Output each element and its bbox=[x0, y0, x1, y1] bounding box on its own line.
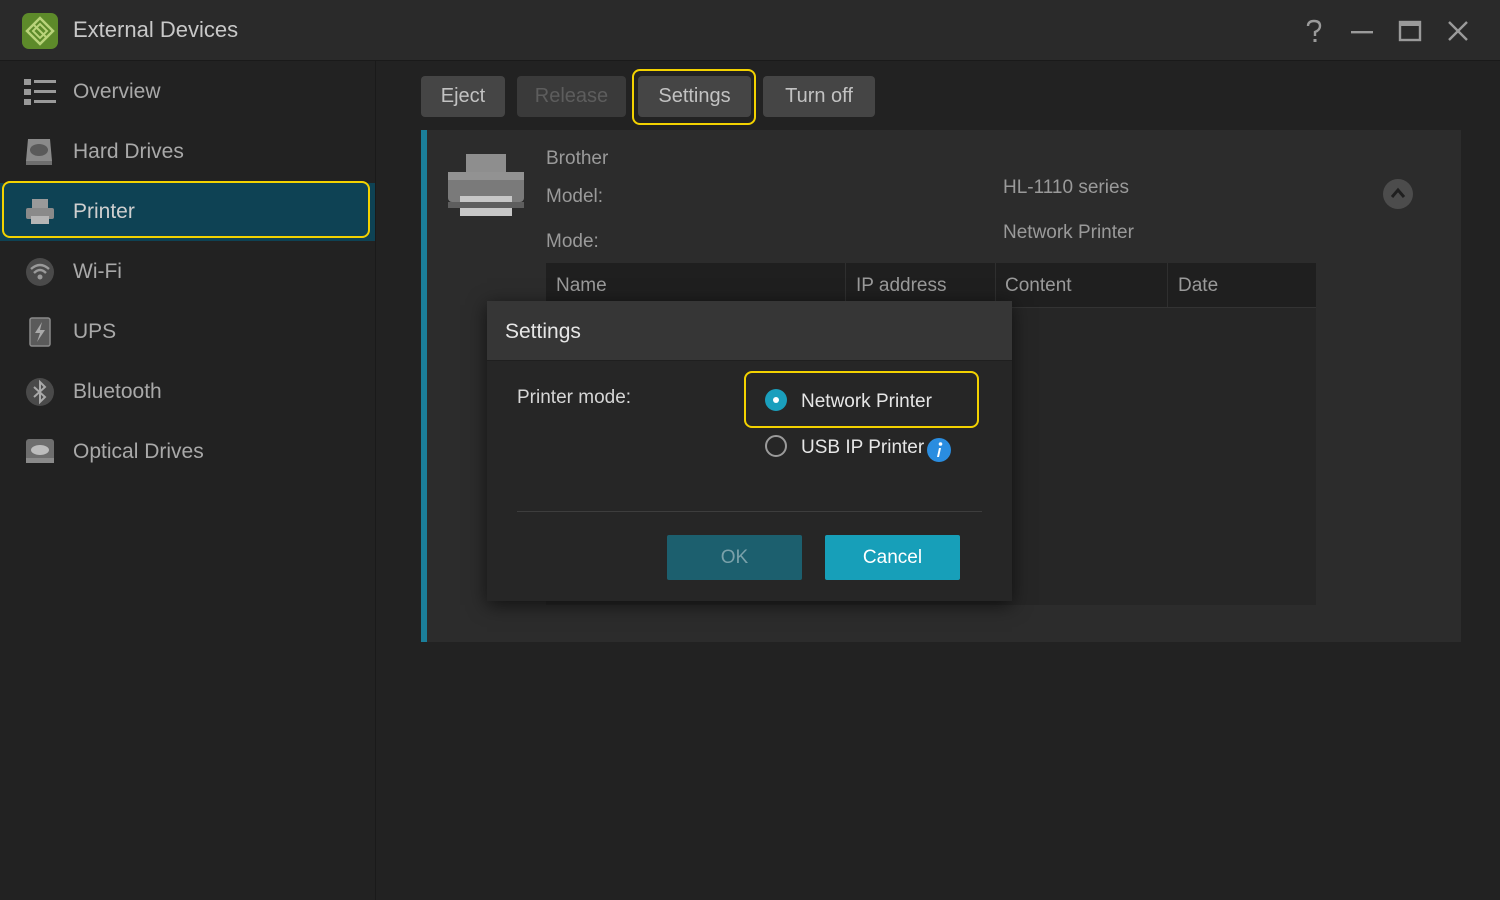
cancel-button[interactable]: Cancel bbox=[825, 535, 960, 580]
sidebar-item-label: Printer bbox=[73, 200, 135, 223]
collapse-icon[interactable] bbox=[1382, 178, 1414, 210]
column-divider bbox=[1167, 263, 1168, 307]
turn-off-button[interactable]: Turn off bbox=[763, 76, 875, 117]
column-header-ip[interactable]: IP address bbox=[856, 275, 946, 297]
overview-icon bbox=[24, 79, 56, 105]
printer-device-icon bbox=[448, 154, 524, 216]
mode-value: Network Printer bbox=[1003, 222, 1134, 243]
mode-label: Mode: bbox=[546, 231, 599, 252]
printer-icon bbox=[26, 199, 54, 224]
sidebar-item-optical-drives[interactable]: Optical Drives bbox=[0, 423, 375, 481]
sidebar-item-wifi[interactable]: Wi-Fi bbox=[0, 243, 375, 301]
sidebar-item-label: Hard Drives bbox=[73, 140, 184, 163]
network-printer-label[interactable]: Network Printer bbox=[801, 391, 932, 413]
model-label: Model: bbox=[546, 186, 604, 207]
hard-drive-icon bbox=[26, 139, 52, 165]
sidebar-item-label: Bluetooth bbox=[73, 380, 162, 403]
sidebar-item-label: Wi-Fi bbox=[73, 260, 122, 283]
model-value: HL-1110 series bbox=[1003, 177, 1130, 198]
app-title: External Devices bbox=[73, 17, 239, 42]
info-icon[interactable] bbox=[927, 438, 951, 462]
sidebar-item-label: Optical Drives bbox=[73, 440, 204, 463]
close-icon[interactable] bbox=[1445, 18, 1471, 44]
column-header-date[interactable]: Date bbox=[1178, 275, 1218, 297]
sidebar-item-ups[interactable]: UPS bbox=[0, 303, 375, 361]
release-button[interactable]: Release bbox=[517, 76, 626, 117]
sidebar-item-label: UPS bbox=[73, 320, 117, 343]
dialog-title: Settings bbox=[505, 320, 581, 343]
usb-ip-printer-radio[interactable] bbox=[765, 435, 787, 457]
maximize-icon[interactable] bbox=[1397, 18, 1423, 44]
ok-button[interactable]: OK bbox=[667, 535, 802, 580]
usb-ip-printer-label[interactable]: USB IP Printer bbox=[801, 437, 924, 459]
eject-button[interactable]: Eject bbox=[421, 76, 505, 117]
sidebar-item-hard-drives[interactable]: Hard Drives bbox=[0, 123, 375, 181]
settings-button[interactable]: Settings bbox=[638, 76, 751, 117]
printer-mode-label: Printer mode: bbox=[517, 387, 632, 408]
minimize-icon[interactable] bbox=[1349, 18, 1375, 44]
sidebar-item-label: Overview bbox=[73, 80, 161, 103]
bluetooth-icon bbox=[26, 378, 54, 406]
sidebar-item-overview[interactable]: Overview bbox=[0, 63, 375, 121]
dialog-header: Settings bbox=[487, 301, 1012, 361]
device-vendor: Brother bbox=[546, 148, 609, 169]
column-header-content[interactable]: Content bbox=[1005, 275, 1072, 297]
app-logo-icon bbox=[22, 13, 58, 49]
sidebar: Overview Hard Drives Printer Wi-Fi UPS B… bbox=[0, 61, 376, 900]
optical-drive-icon bbox=[26, 439, 54, 463]
help-icon[interactable] bbox=[1301, 18, 1327, 44]
dialog-divider bbox=[517, 511, 982, 512]
ups-icon bbox=[29, 317, 51, 347]
network-printer-radio[interactable] bbox=[765, 389, 787, 411]
column-header-name[interactable]: Name bbox=[556, 275, 607, 297]
sidebar-item-bluetooth[interactable]: Bluetooth bbox=[0, 363, 375, 421]
wifi-icon bbox=[26, 258, 54, 286]
settings-dialog: Settings Printer mode: Network Printer U… bbox=[487, 301, 1012, 601]
sidebar-item-printer[interactable]: Printer bbox=[0, 183, 375, 241]
title-bar: External Devices bbox=[0, 0, 1500, 61]
